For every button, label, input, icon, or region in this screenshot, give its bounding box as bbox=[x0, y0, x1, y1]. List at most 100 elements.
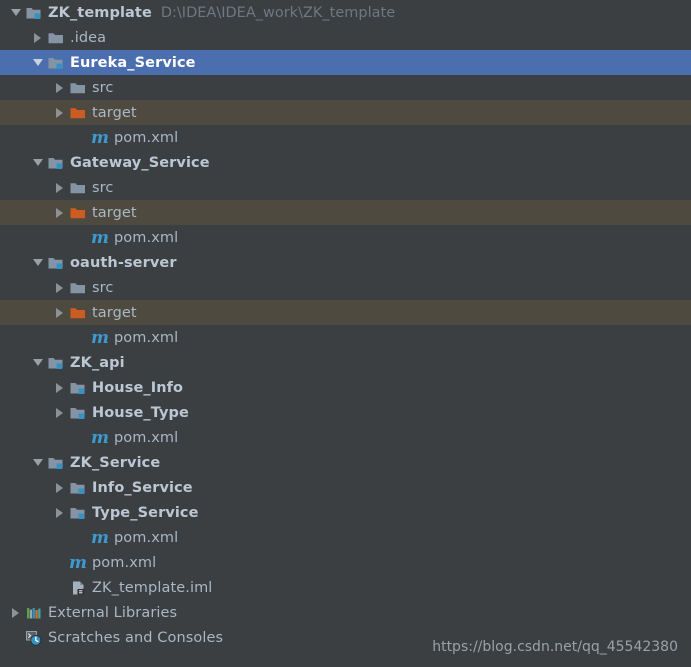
tree-row[interactable]: ZK_template D:\IDEA\IDEA_work\ZK_template bbox=[0, 0, 691, 25]
toggle-placeholder bbox=[52, 550, 69, 575]
toggle-placeholder bbox=[74, 325, 91, 350]
chevron-right-icon[interactable] bbox=[52, 100, 69, 125]
chevron-down-icon[interactable] bbox=[30, 350, 47, 375]
toggle-placeholder bbox=[52, 575, 69, 600]
tree-row-label: Eureka_Service bbox=[70, 54, 196, 71]
module-icon bbox=[47, 154, 65, 172]
tree-row-label: Scratches and Consoles bbox=[48, 629, 224, 646]
tree-row-label: .idea bbox=[70, 29, 107, 46]
tree-row[interactable]: ZK_template.iml bbox=[0, 575, 691, 600]
tree-row[interactable]: m pom.xml bbox=[0, 525, 691, 550]
tree-row[interactable]: m pom.xml bbox=[0, 225, 691, 250]
tree-row[interactable]: src bbox=[0, 275, 691, 300]
chevron-right-icon[interactable] bbox=[52, 500, 69, 525]
tree-row-label: Info_Service bbox=[92, 479, 193, 496]
maven-icon: m bbox=[91, 427, 109, 448]
folder-icon bbox=[69, 279, 87, 297]
module-icon bbox=[69, 504, 87, 522]
tree-row-label: pom.xml bbox=[92, 554, 157, 571]
folder-excluded-icon bbox=[69, 104, 87, 122]
tree-row-label: House_Info bbox=[92, 379, 184, 396]
tree-row[interactable]: Gateway_Service bbox=[0, 150, 691, 175]
tree-row-label: External Libraries bbox=[48, 604, 178, 621]
toggle-placeholder bbox=[74, 525, 91, 550]
tree-row-label: src bbox=[92, 279, 114, 296]
libraries-icon bbox=[25, 604, 43, 622]
tree-row[interactable]: External Libraries bbox=[0, 600, 691, 625]
tree-row-label: Type_Service bbox=[92, 504, 199, 521]
tree-row[interactable]: m pom.xml bbox=[0, 125, 691, 150]
toggle-placeholder bbox=[8, 625, 25, 650]
tree-row[interactable]: House_Type bbox=[0, 400, 691, 425]
tree-row[interactable]: src bbox=[0, 175, 691, 200]
folder-icon bbox=[69, 79, 87, 97]
tree-row[interactable]: Eureka_Service bbox=[0, 50, 691, 75]
tree-row[interactable]: target bbox=[0, 200, 691, 225]
tree-row[interactable]: Type_Service bbox=[0, 500, 691, 525]
toggle-placeholder bbox=[74, 125, 91, 150]
folder-excluded-icon bbox=[69, 204, 87, 222]
tree-row-label: pom.xml bbox=[114, 129, 179, 146]
chevron-right-icon[interactable] bbox=[52, 200, 69, 225]
tree-row[interactable]: ZK_api bbox=[0, 350, 691, 375]
tree-row-label: target bbox=[92, 204, 137, 221]
scratches-icon bbox=[25, 629, 43, 647]
module-icon bbox=[47, 454, 65, 472]
folder-icon bbox=[69, 179, 87, 197]
tree-row[interactable]: m pom.xml bbox=[0, 425, 691, 450]
tree-row[interactable]: m pom.xml bbox=[0, 325, 691, 350]
tree-row[interactable]: ZK_Service bbox=[0, 450, 691, 475]
chevron-right-icon[interactable] bbox=[52, 275, 69, 300]
tree-row-label: pom.xml bbox=[114, 529, 179, 546]
tree-row[interactable]: m pom.xml bbox=[0, 550, 691, 575]
maven-icon: m bbox=[91, 127, 109, 148]
module-icon bbox=[69, 479, 87, 497]
tree-row[interactable]: src bbox=[0, 75, 691, 100]
tree-row-label: ZK_template bbox=[48, 4, 152, 21]
tree-row[interactable]: target bbox=[0, 300, 691, 325]
tree-row[interactable]: oauth-server bbox=[0, 250, 691, 275]
tree-row[interactable]: House_Info bbox=[0, 375, 691, 400]
tree-row-label: pom.xml bbox=[114, 329, 179, 346]
project-path-label: D:\IDEA\IDEA_work\ZK_template bbox=[160, 4, 396, 21]
toggle-placeholder bbox=[74, 225, 91, 250]
tree-row-label: oauth-server bbox=[70, 254, 177, 271]
module-icon bbox=[25, 4, 43, 22]
chevron-down-icon[interactable] bbox=[30, 250, 47, 275]
chevron-right-icon[interactable] bbox=[52, 175, 69, 200]
chevron-right-icon[interactable] bbox=[52, 300, 69, 325]
tree-row-label: pom.xml bbox=[114, 429, 179, 446]
chevron-down-icon[interactable] bbox=[30, 450, 47, 475]
chevron-right-icon[interactable] bbox=[52, 375, 69, 400]
tree-row[interactable]: .idea bbox=[0, 25, 691, 50]
folder-icon bbox=[47, 29, 65, 47]
chevron-down-icon[interactable] bbox=[30, 50, 47, 75]
module-icon bbox=[69, 379, 87, 397]
chevron-right-icon[interactable] bbox=[8, 600, 25, 625]
maven-icon: m bbox=[69, 552, 87, 573]
maven-icon: m bbox=[91, 227, 109, 248]
chevron-right-icon[interactable] bbox=[52, 75, 69, 100]
chevron-right-icon[interactable] bbox=[52, 400, 69, 425]
tree-row-label: ZK_template.iml bbox=[92, 579, 213, 596]
chevron-down-icon[interactable] bbox=[30, 150, 47, 175]
tree-row-label: target bbox=[92, 304, 137, 321]
tree-row-label: target bbox=[92, 104, 137, 121]
tree-row-label: src bbox=[92, 79, 114, 96]
project-tree-panel[interactable]: ZK_template D:\IDEA\IDEA_work\ZK_template… bbox=[0, 0, 691, 667]
tree-row-label: ZK_Service bbox=[70, 454, 161, 471]
tree-row-label: ZK_api bbox=[70, 354, 125, 371]
chevron-right-icon[interactable] bbox=[52, 475, 69, 500]
chevron-down-icon[interactable] bbox=[8, 0, 25, 25]
tree-row[interactable]: Info_Service bbox=[0, 475, 691, 500]
module-icon bbox=[47, 354, 65, 372]
tree-row-label: House_Type bbox=[92, 404, 189, 421]
tree-row[interactable]: target bbox=[0, 100, 691, 125]
module-icon bbox=[47, 254, 65, 272]
folder-excluded-icon bbox=[69, 304, 87, 322]
chevron-right-icon[interactable] bbox=[30, 25, 47, 50]
watermark-text: https://blog.csdn.net/qq_45542380 bbox=[432, 639, 678, 655]
iml-file-icon bbox=[69, 579, 87, 597]
toggle-placeholder bbox=[74, 425, 91, 450]
maven-icon: m bbox=[91, 527, 109, 548]
